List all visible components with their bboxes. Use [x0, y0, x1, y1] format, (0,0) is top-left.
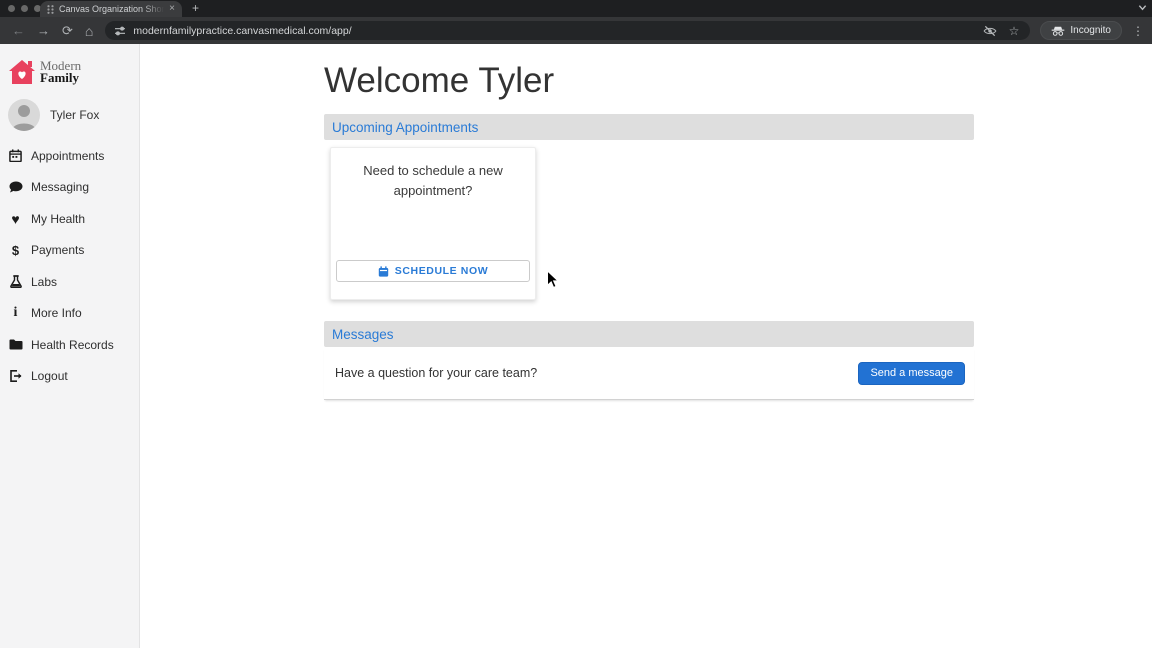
- url-text[interactable]: modernfamilypractice.canvasmedical.com/a…: [133, 25, 982, 37]
- browser-toolbar: ← → ⟳ ⌂ modernfamilypractice.canvasmedic…: [0, 17, 1152, 44]
- window-minimize-button[interactable]: [21, 5, 28, 12]
- messages-title: Messages: [332, 327, 394, 342]
- reload-icon[interactable]: ⟳: [62, 24, 73, 37]
- tab-favicon: [47, 5, 54, 14]
- home-icon[interactable]: ⌂: [85, 24, 93, 38]
- window-close-button[interactable]: [8, 5, 15, 12]
- appointments-panel: Need to schedule a new appointment? SCHE…: [324, 140, 974, 307]
- page-title: Welcome Tyler: [324, 62, 974, 100]
- upcoming-appointments-header: Upcoming Appointments: [324, 114, 974, 140]
- sidebar-item-more-info[interactable]: i More Info: [8, 298, 131, 330]
- sidebar-item-logout[interactable]: Logout: [8, 361, 131, 393]
- calendar-icon: [8, 149, 23, 162]
- user-name: Tyler Fox: [50, 108, 99, 122]
- brand-line2: Family: [40, 72, 81, 84]
- sidebar-item-health-records[interactable]: Health Records: [8, 329, 131, 361]
- address-bar[interactable]: modernfamilypractice.canvasmedical.com/a…: [105, 21, 1030, 40]
- sidebar-item-labs[interactable]: Labs: [8, 266, 131, 298]
- chevron-down-icon[interactable]: [1138, 3, 1147, 12]
- messages-row: Have a question for your care team? Send…: [324, 347, 974, 400]
- flask-icon: [8, 275, 23, 288]
- folder-icon: [8, 339, 23, 350]
- schedule-card: Need to schedule a new appointment? SCHE…: [330, 147, 536, 300]
- bookmark-star-icon[interactable]: ☆: [1009, 25, 1020, 37]
- sidebar-item-label: Payments: [31, 243, 84, 257]
- dollar-icon: $: [8, 244, 23, 257]
- window-controls[interactable]: [8, 5, 41, 12]
- back-icon[interactable]: ←: [12, 24, 25, 37]
- sidebar-item-label: Appointments: [31, 149, 104, 163]
- logout-icon: [8, 370, 23, 382]
- messages-header: Messages: [324, 321, 974, 347]
- sidebar-menu: Appointments Messaging ♥ My Health $ Pay…: [8, 140, 131, 392]
- forward-icon[interactable]: →: [37, 24, 50, 37]
- schedule-now-button[interactable]: SCHEDULE NOW: [336, 260, 530, 282]
- tab-close-icon[interactable]: ×: [169, 4, 175, 14]
- send-message-button[interactable]: Send a message: [858, 362, 965, 385]
- sidebar-item-appointments[interactable]: Appointments: [8, 140, 131, 172]
- tab-title: Canvas Organization Short N: [59, 4, 164, 14]
- upcoming-appointments-title: Upcoming Appointments: [332, 120, 478, 135]
- incognito-icon: [1051, 26, 1065, 36]
- eye-off-icon[interactable]: [983, 25, 997, 37]
- incognito-label: Incognito: [1070, 25, 1111, 36]
- browser-tab[interactable]: Canvas Organization Short N ×: [40, 1, 182, 17]
- house-heart-icon: [8, 59, 36, 85]
- info-icon: i: [8, 306, 23, 320]
- sidebar: Modern Family Tyler Fox: [0, 44, 140, 648]
- avatar: [8, 99, 40, 131]
- sidebar-item-label: Labs: [31, 275, 57, 289]
- sidebar-item-label: Messaging: [31, 180, 89, 194]
- sidebar-item-messaging[interactable]: Messaging: [8, 172, 131, 204]
- sidebar-item-payments[interactable]: $ Payments: [8, 235, 131, 267]
- schedule-card-text: Need to schedule a new appointment?: [347, 161, 519, 200]
- sidebar-item-label: Logout: [31, 369, 68, 383]
- browser-window: Canvas Organization Short N × + ← → ⟳ ⌂ …: [0, 0, 1152, 648]
- sidebar-item-label: Health Records: [31, 338, 114, 352]
- calendar-icon: [378, 266, 389, 277]
- main-content: Welcome Tyler Upcoming Appointments Need…: [140, 44, 1152, 648]
- sidebar-item-label: More Info: [31, 306, 82, 320]
- messages-prompt: Have a question for your care team?: [324, 366, 858, 380]
- user-profile: Tyler Fox: [8, 98, 131, 132]
- sidebar-item-label: My Health: [31, 212, 85, 226]
- tab-strip: Canvas Organization Short N × +: [0, 0, 1152, 17]
- chat-icon: [8, 181, 23, 193]
- new-tab-button[interactable]: +: [192, 2, 199, 14]
- brand-logo[interactable]: Modern Family: [8, 56, 131, 88]
- browser-menu-icon[interactable]: ⋮: [1132, 24, 1144, 38]
- site-settings-icon[interactable]: [114, 26, 126, 36]
- schedule-now-label: SCHEDULE NOW: [395, 265, 489, 277]
- incognito-badge: Incognito: [1040, 21, 1122, 40]
- brand-name: Modern Family: [40, 60, 81, 85]
- sidebar-item-my-health[interactable]: ♥ My Health: [8, 203, 131, 235]
- heart-icon: ♥: [8, 212, 23, 226]
